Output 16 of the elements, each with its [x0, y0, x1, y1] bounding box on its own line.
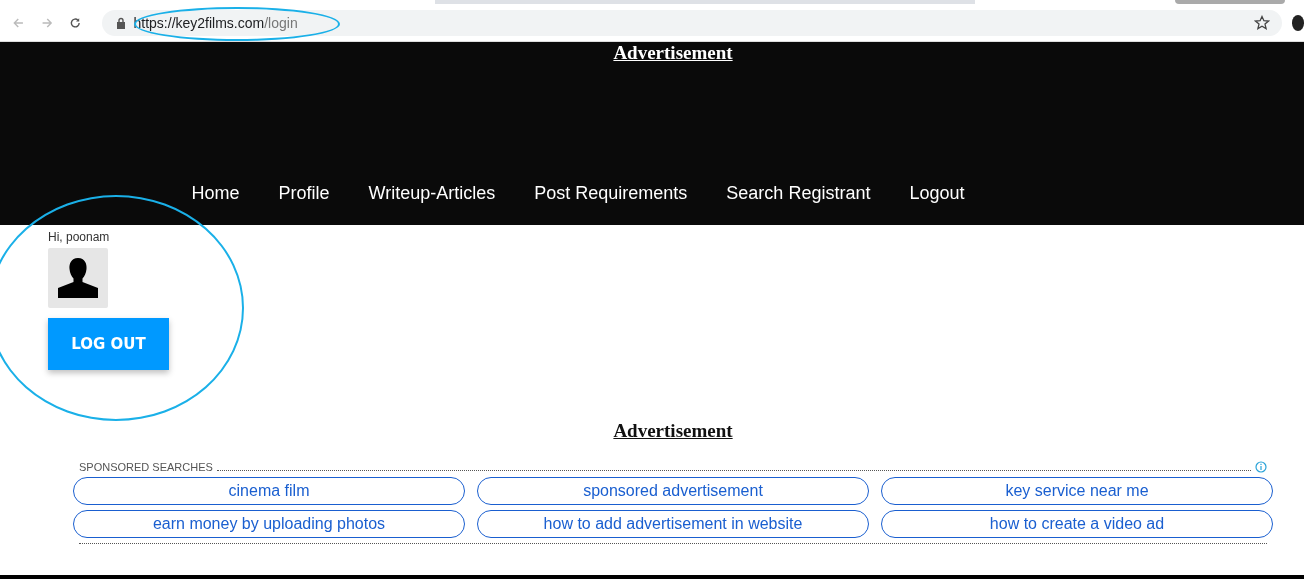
greeting-text: Hi, poonam	[48, 230, 111, 244]
sponsored-heading: SPONSORED SEARCHES	[79, 461, 213, 473]
info-icon[interactable]	[1255, 461, 1267, 473]
nav-link[interactable]: Search Registrant	[721, 182, 876, 204]
advertisement-heading: Advertisement	[612, 42, 733, 64]
bookmark-star-icon[interactable]	[1253, 15, 1270, 31]
nav-link[interactable]: Home	[186, 182, 245, 204]
avatar-icon	[48, 248, 108, 308]
reload-icon[interactable]	[69, 15, 82, 31]
lock-icon	[115, 17, 126, 29]
nav-link[interactable]: Post Requirements	[529, 182, 693, 204]
profile-avatar-icon[interactable]	[1291, 15, 1304, 31]
advertisement-heading: Advertisement	[612, 420, 733, 442]
nav-link[interactable]: Profile	[273, 182, 335, 204]
nav-link[interactable]: Writeup-Articles	[363, 182, 501, 204]
nav-link[interactable]: Logout	[904, 182, 970, 204]
